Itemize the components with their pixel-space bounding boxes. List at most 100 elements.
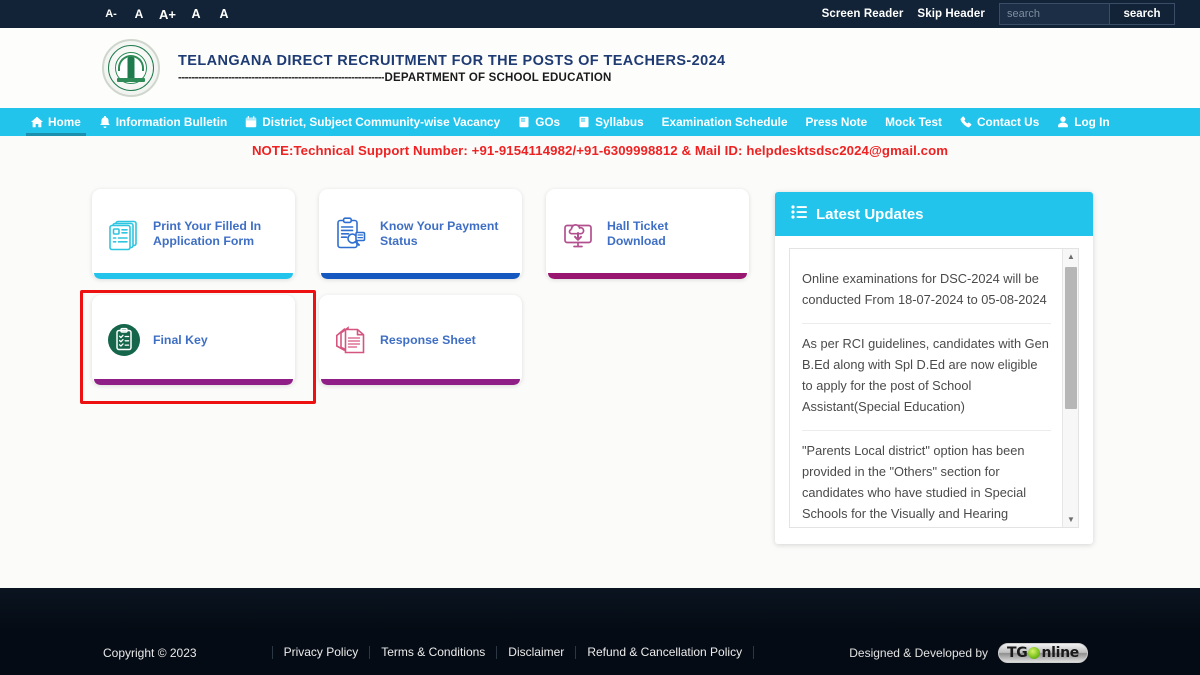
page-root: A- A A+ A A Screen Reader Skip Header se… <box>0 0 1200 675</box>
font-decrease-button[interactable]: A- <box>97 8 125 20</box>
department-subtitle: DEPARTMENT OF SCHOOL EDUCATION <box>384 71 612 84</box>
service-card-row: Print Your Filled In Application Form Kn… <box>92 189 762 279</box>
nav-item-press-note[interactable]: Press Note <box>797 108 877 136</box>
service-card-label: Know Your Payment Status <box>380 219 499 248</box>
nav-item-home[interactable]: Home <box>22 108 90 136</box>
nav-item-label: Examination Schedule <box>661 115 788 129</box>
latest-updates-title: Latest Updates <box>816 205 924 223</box>
service-card-label: Final Key <box>153 332 208 347</box>
service-card-final-key[interactable]: Final Key <box>92 295 295 385</box>
update-item: "Parents Local district" option has been… <box>802 443 1027 521</box>
scroll-up-arrow-icon[interactable]: ▲ <box>1063 249 1078 264</box>
main-navigation: Home Information Bulletin District, Subjec… <box>0 108 1200 136</box>
document-list-icon <box>106 216 142 252</box>
service-card-row: Final Key Response Sheet <box>92 295 762 385</box>
topbar-right-group: Screen Reader Skip Header search <box>822 0 1200 28</box>
nav-item-label: District, Subject Community-wise Vacancy <box>262 115 501 129</box>
font-normal-button[interactable]: A <box>125 7 153 21</box>
phone-icon <box>960 116 972 128</box>
tgonline-logo-text-1: TG <box>1007 644 1028 661</box>
service-card-label: Response Sheet <box>380 332 476 347</box>
service-card-accent-bar <box>94 379 293 385</box>
service-card-response-sheet[interactable]: Response Sheet <box>319 295 522 385</box>
service-card-print-your-filled-in-application-form[interactable]: Print Your Filled In Application Form <box>92 189 295 279</box>
font-size-controls: A- A A+ A A <box>97 7 238 22</box>
skip-header-link[interactable]: Skip Header <box>917 8 985 20</box>
tgonline-logo[interactable]: TG nline <box>998 642 1088 663</box>
accessibility-topbar: A- A A+ A A Screen Reader Skip Header se… <box>0 0 1200 28</box>
site-footer: Copyright © 2023 Privacy Policy Terms & C… <box>0 630 1200 675</box>
clipboard-search-icon <box>333 216 369 252</box>
page-title: TELANGANA DIRECT RECRUITMENT FOR THE POS… <box>178 52 726 69</box>
footer-links: Privacy Policy Terms & Conditions Disclaim… <box>271 646 755 659</box>
nav-item-label: Mock Test <box>885 115 942 129</box>
latest-updates-header: Latest Updates <box>775 192 1093 236</box>
updates-scrollbar[interactable]: ▲ ▼ <box>1062 249 1078 527</box>
clipboard-check-circle-icon <box>106 322 142 358</box>
user-icon <box>1057 116 1069 128</box>
update-item: As per RCI guidelines, candidates with G… <box>802 324 1051 431</box>
nav-item-label: Contact Us <box>976 115 1040 129</box>
nav-item-log-in[interactable]: Log In <box>1048 108 1118 136</box>
search-button[interactable]: search <box>1109 3 1175 25</box>
nav-item-label: Information Bulletin <box>115 115 228 129</box>
scrollbar-thumb[interactable] <box>1065 267 1077 409</box>
service-card-accent-bar <box>548 273 747 279</box>
list-icon <box>791 205 807 223</box>
latest-updates-body: Online examinations for DSC-2024 will be… <box>789 248 1079 528</box>
monitor-download-icon <box>560 216 596 252</box>
nav-item-examination-schedule[interactable]: Examination Schedule <box>653 108 797 136</box>
site-header: TELANGANA DIRECT RECRUITMENT FOR THE POS… <box>0 28 1200 108</box>
nav-item-label: Syllabus <box>595 115 644 129</box>
service-card-grid: Print Your Filled In Application Form Kn… <box>92 189 762 401</box>
tgonline-logo-text-2: nline <box>1041 644 1079 661</box>
nav-item-information-bulletin[interactable]: Information Bulletin <box>90 108 236 136</box>
latest-updates-list[interactable]: Online examinations for DSC-2024 will be… <box>790 249 1063 527</box>
brand-text-block: TELANGANA DIRECT RECRUITMENT FOR THE POS… <box>178 53 726 84</box>
update-item: Online examinations for DSC-2024 will be… <box>802 259 1051 324</box>
screen-reader-link[interactable]: Screen Reader <box>822 8 904 20</box>
service-card-accent-bar <box>321 379 520 385</box>
bell-icon <box>99 116 111 128</box>
nav-item-label: GOs <box>535 115 561 129</box>
service-card-label: Hall Ticket Download <box>607 219 669 248</box>
book-icon <box>578 116 590 128</box>
footer-link-privacy-policy[interactable]: Privacy Policy <box>271 646 371 659</box>
calendar-icon <box>245 116 257 128</box>
nav-item-contact-us[interactable]: Contact Us <box>951 108 1048 136</box>
designed-by-label: Designed & Developed by <box>849 645 989 660</box>
nav-item-mock-test[interactable]: Mock Test <box>876 108 951 136</box>
copyright-text: Copyright © 2023 <box>103 645 197 660</box>
service-card-know-your-payment-status[interactable]: Know Your Payment Status <box>319 189 522 279</box>
support-note-bar: NOTE:Technical Support Number: +91-91541… <box>0 136 1200 166</box>
telangana-emblem-icon <box>102 39 160 97</box>
latest-updates-panel: Latest Updates Online examinations for D… <box>775 192 1093 544</box>
search-input[interactable] <box>999 3 1109 25</box>
designed-by-block: Designed & Developed by TG nline <box>849 642 1088 663</box>
support-note-text: NOTE:Technical Support Number: +91-91541… <box>251 143 949 158</box>
home-icon <box>31 116 43 128</box>
nav-item-syllabus[interactable]: Syllabus <box>569 108 653 136</box>
contrast-button-1[interactable]: A <box>182 7 210 21</box>
service-card-label: Print Your Filled In Application Form <box>153 219 262 248</box>
footer-link-refund-cancellation-policy[interactable]: Refund & Cancellation Policy <box>576 646 755 659</box>
nav-item-label: Press Note <box>805 115 868 129</box>
paper-stack-icon <box>333 322 369 358</box>
nav-item-gos[interactable]: GOs <box>509 108 569 136</box>
service-card-hall-ticket-download[interactable]: Hall Ticket Download <box>546 189 749 279</box>
footer-link-terms-conditions[interactable]: Terms & Conditions <box>370 646 498 659</box>
footer-link-disclaimer[interactable]: Disclaimer <box>497 646 577 659</box>
nav-item-label: Home <box>48 115 81 129</box>
tgonline-logo-o-icon <box>1028 646 1041 659</box>
footer-glow <box>0 588 1200 630</box>
main-content: Print Your Filled In Application Form Kn… <box>0 176 1200 626</box>
brand-subtitle-row: ----------------------------------------… <box>178 72 726 84</box>
scroll-down-arrow-icon[interactable]: ▼ <box>1063 512 1078 527</box>
font-increase-button[interactable]: A+ <box>153 7 182 22</box>
book-icon <box>518 116 530 128</box>
nav-item-label: Log In <box>1074 115 1110 129</box>
service-card-accent-bar <box>94 273 293 279</box>
nav-item-district-subject-community-wise-vacancy[interactable]: District, Subject Community-wise Vacancy <box>236 108 509 136</box>
decorative-dashes: ----------------------------------------… <box>178 71 385 84</box>
contrast-button-2[interactable]: A <box>210 7 238 21</box>
